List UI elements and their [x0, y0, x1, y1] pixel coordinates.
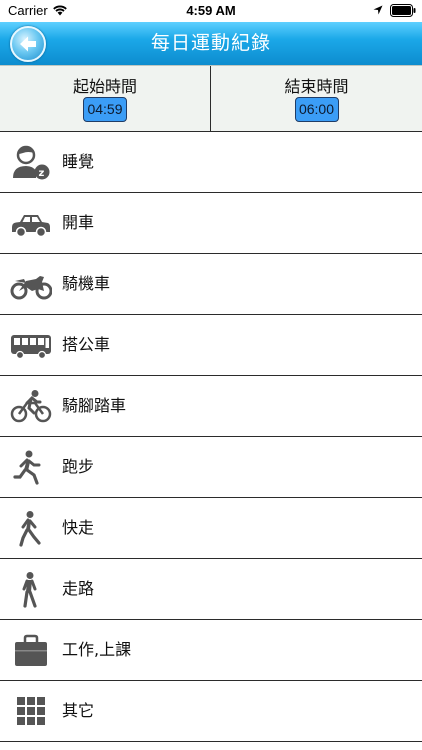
activity-label: 快走 — [62, 518, 95, 537]
activity-label: 跑步 — [62, 457, 95, 476]
back-arrow-icon — [20, 36, 36, 52]
activity-label: 騎機車 — [62, 274, 111, 293]
activity-row-walking[interactable]: 走路 — [0, 559, 422, 620]
motorcycle-icon — [10, 276, 52, 300]
briefcase-icon — [15, 634, 47, 666]
activity-row-work[interactable]: 工作,上課 — [0, 620, 422, 681]
walking-icon — [22, 572, 37, 608]
activity-row-brisk-walk[interactable]: 快走 — [0, 498, 422, 559]
start-time-section: 起始時間 04:59 — [0, 66, 211, 132]
activity-row-running[interactable]: 跑步 — [0, 437, 422, 498]
status-bar: Carrier 4:59 AM — [0, 0, 422, 22]
page-title: 每日運動紀錄 — [150, 32, 271, 54]
activity-row-bus[interactable]: 搭公車 — [0, 315, 422, 376]
grid-icon — [17, 697, 45, 725]
activity-row-bicycle[interactable]: 騎腳踏車 — [0, 376, 422, 437]
back-button[interactable] — [10, 26, 46, 62]
activity-row-drive[interactable]: 開車 — [0, 193, 422, 254]
activity-row-sleep[interactable]: z 睡覺 — [0, 132, 422, 193]
time-range-panel: 起始時間 04:59 結束時間 06:00 — [0, 65, 422, 132]
svg-text:z: z — [39, 168, 45, 179]
bicycle-icon — [10, 390, 52, 423]
activity-label: 騎腳踏車 — [62, 396, 127, 415]
start-time-button[interactable]: 04:59 — [83, 97, 127, 122]
activity-label: 走路 — [62, 579, 95, 598]
end-time-label: 結束時間 — [284, 77, 349, 96]
activity-list: z 睡覺 開車 騎機車 搭公車 騎腳踏車 跑步 快走 走路 工作,上課 其它 — [0, 132, 422, 742]
car-icon — [12, 215, 50, 238]
brisk-walk-icon — [19, 511, 41, 547]
bus-icon — [11, 335, 51, 360]
navigation-bar: 每日運動紀錄 — [0, 22, 422, 65]
activity-label: 搭公車 — [62, 335, 111, 354]
activity-label: 開車 — [62, 213, 95, 232]
battery-icon — [390, 4, 416, 17]
running-icon — [13, 450, 41, 485]
activity-label: 其它 — [62, 701, 95, 720]
activity-row-other[interactable]: 其它 — [0, 681, 422, 742]
start-time-label: 起始時間 — [72, 77, 137, 96]
location-arrow-icon — [373, 5, 383, 15]
end-time-section: 結束時間 06:00 — [211, 66, 422, 132]
sleep-icon: z — [13, 145, 50, 180]
activity-label: 睡覺 — [62, 152, 95, 171]
status-time: 4:59 AM — [186, 3, 236, 18]
end-time-button[interactable]: 06:00 — [294, 97, 339, 122]
activity-row-motorcycle[interactable]: 騎機車 — [0, 254, 422, 315]
activity-label: 工作,上課 — [62, 640, 132, 659]
